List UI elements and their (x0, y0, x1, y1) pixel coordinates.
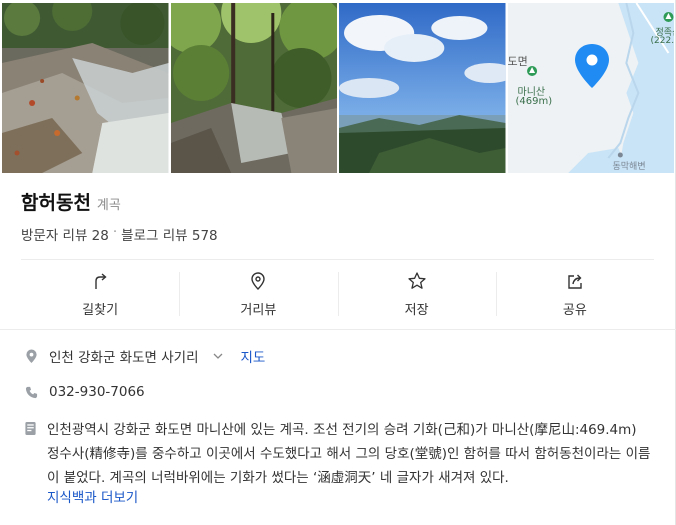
review-separator: · (112, 224, 118, 240)
stream-rocks-image (2, 3, 169, 173)
document-icon (24, 421, 38, 437)
forest-stream-image (170, 3, 337, 173)
share-icon (568, 274, 582, 289)
directions-button[interactable]: 길찾기 (21, 260, 179, 328)
phone-row: 032-930-7066 (24, 384, 145, 400)
share-button[interactable]: 공유 (495, 260, 654, 328)
knowledge-more-link[interactable]: 지식백과 더보기 (47, 486, 138, 506)
directions-icon (95, 272, 107, 289)
photo-aerial-view[interactable] (339, 3, 506, 173)
address-row: 인천 강화군 화도면 사기리 지도 (24, 346, 265, 366)
chevron-down-icon[interactable] (212, 350, 224, 362)
action-bar: 길찾기 거리뷰 저장 공유 (21, 260, 654, 328)
place-card: 도면 마니산 (469m) 정족산 (222.5 동막해변 함허동천 계곡 방문… (0, 0, 676, 525)
review-counts: 방문자 리뷰 28 · 블로그 리뷰 578 (21, 224, 218, 244)
visitor-reviews-link[interactable]: 방문자 리뷰 28 (21, 224, 109, 244)
street-view-button[interactable]: 거리뷰 (179, 260, 337, 328)
map-label-beach: 동막해변 (612, 162, 646, 172)
save-label: 저장 (404, 302, 429, 318)
street-view-icon (251, 271, 266, 290)
location-icon (24, 348, 38, 364)
map-thumbnail[interactable]: 도면 마니산 (469m) 정족산 (222.5 동막해변 (507, 3, 675, 173)
place-name[interactable]: 함허동천 (21, 188, 91, 215)
phone-icon (24, 384, 38, 400)
blog-reviews-link[interactable]: 블로그 리뷰 578 (121, 224, 217, 244)
street-view-label: 거리뷰 (240, 302, 277, 318)
star-icon (407, 271, 426, 289)
divider (0, 329, 676, 330)
map-link[interactable]: 지도 (241, 346, 266, 366)
map-label-area: 도면 (507, 55, 528, 68)
place-category: 계곡 (96, 198, 121, 213)
description-text: 인천광역시 강화군 화도면 마니산에 있는 계곡. 조선 전기의 승려 기화(己… (47, 422, 651, 486)
phone-number[interactable]: 032-930-7066 (49, 384, 145, 400)
map-label-mountain-height: (469m) (515, 96, 553, 107)
address-text[interactable]: 인천 강화군 화도면 사기리 (49, 346, 199, 366)
save-button[interactable]: 저장 (337, 260, 496, 328)
share-label: 공유 (562, 302, 587, 318)
title-row: 함허동천 계곡 (21, 188, 121, 215)
photo-strip: 도면 마니산 (469m) 정족산 (222.5 동막해변 (2, 3, 674, 173)
photo-stream-rocks[interactable] (2, 3, 169, 173)
map-label-peak-height: (222.5 (650, 36, 675, 46)
photo-forest-stream[interactable] (170, 3, 337, 173)
location-pin-icon (574, 44, 609, 88)
aerial-view-image (339, 3, 506, 173)
directions-label: 길찾기 (82, 302, 119, 318)
